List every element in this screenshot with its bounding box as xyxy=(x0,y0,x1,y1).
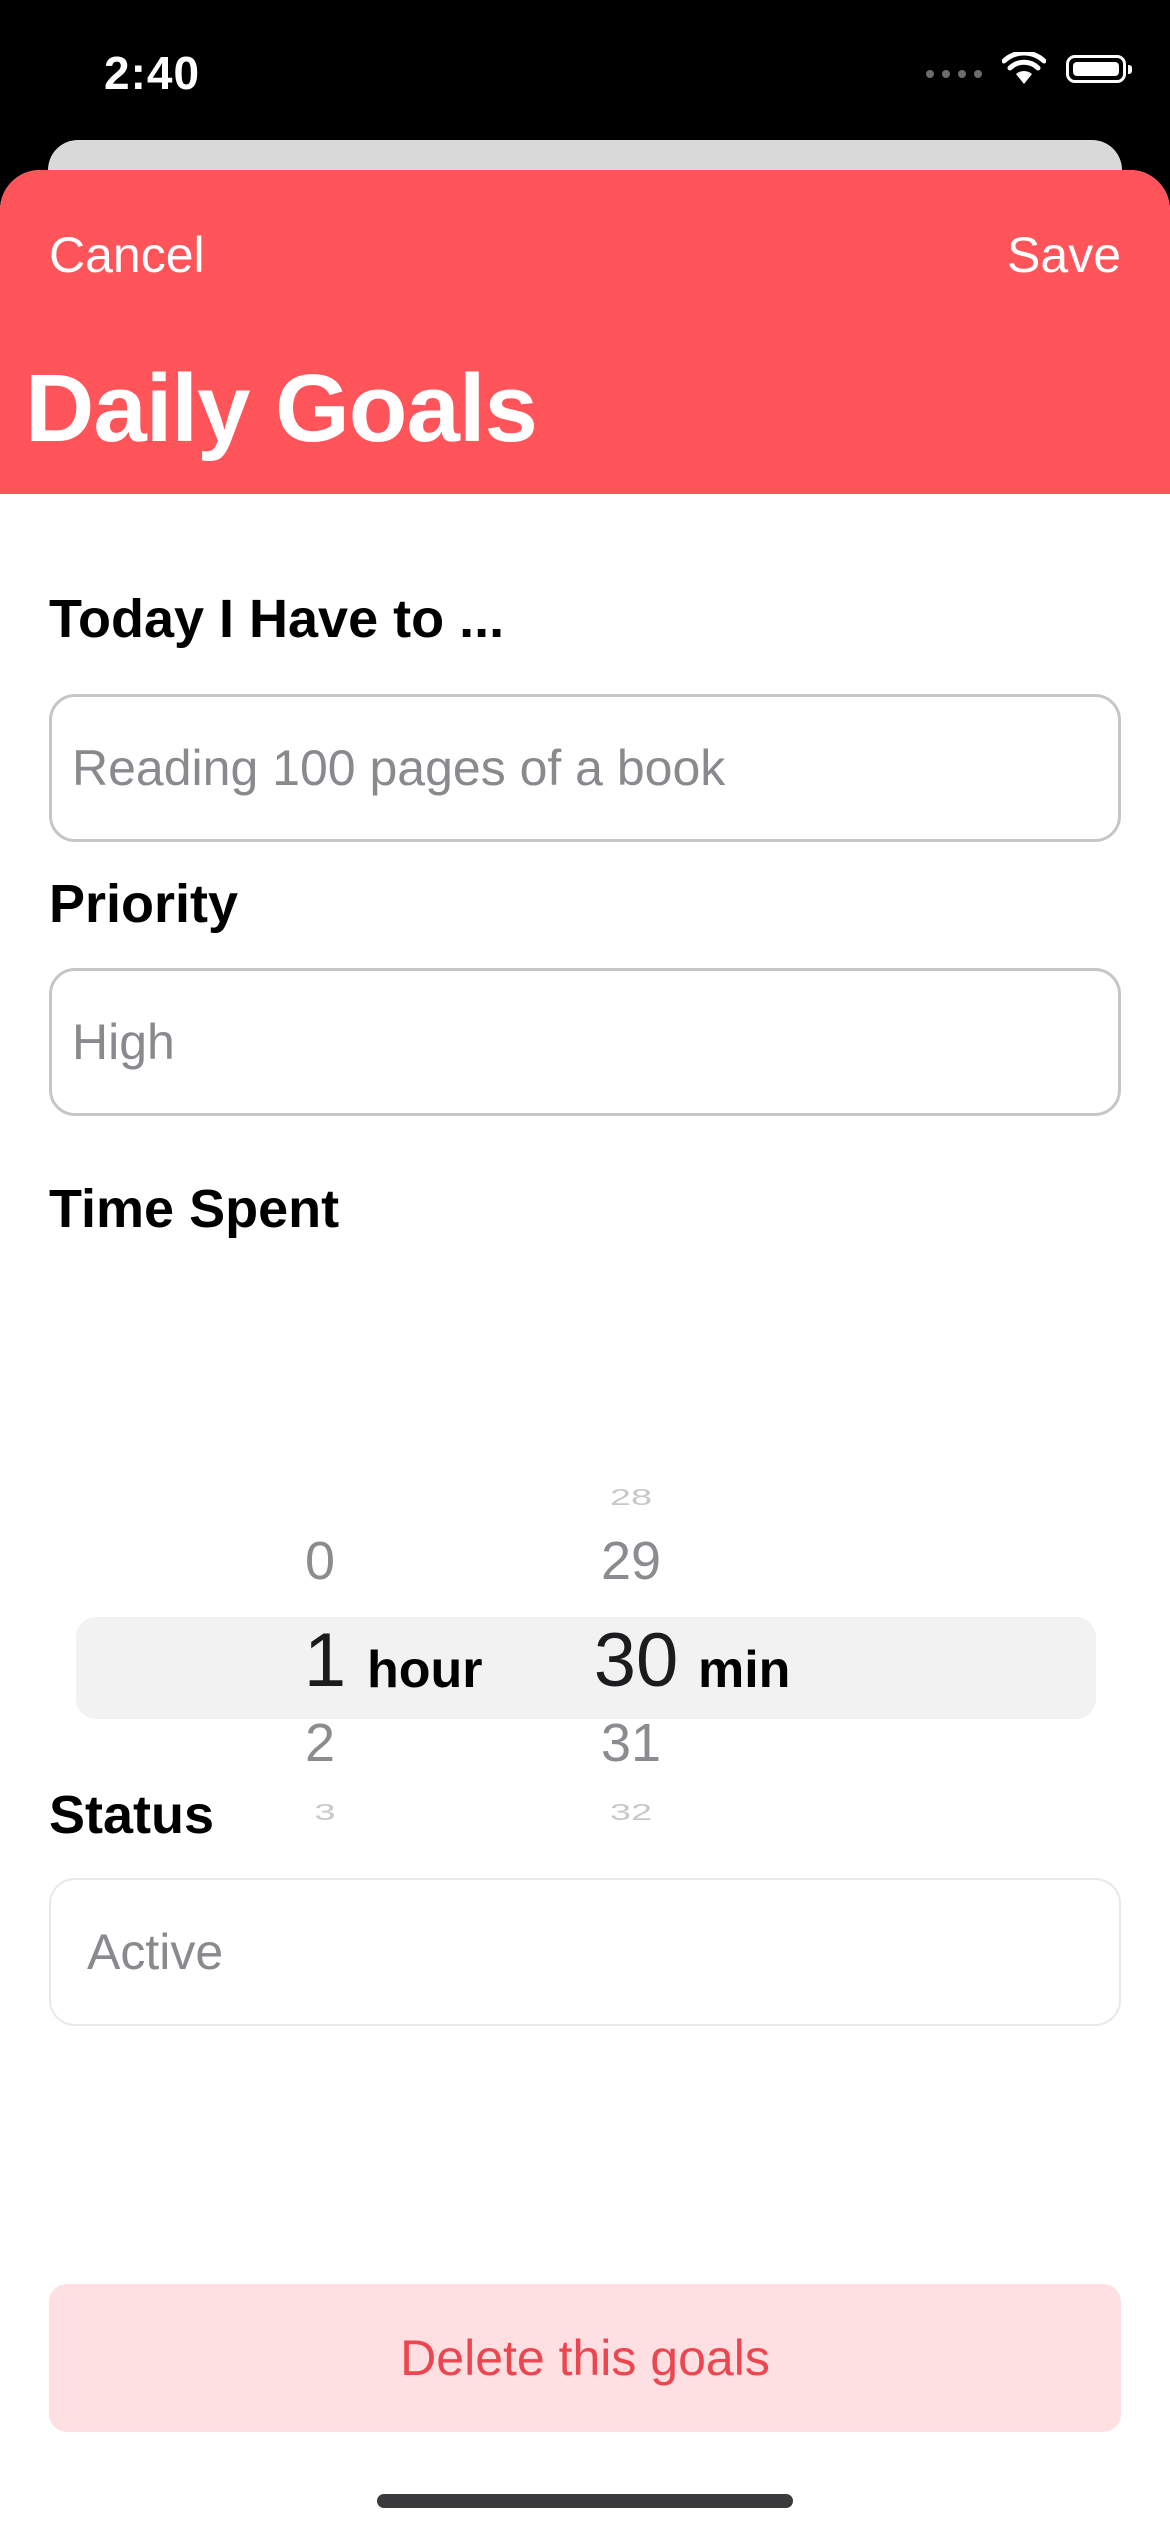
home-indicator[interactable] xyxy=(377,2494,793,2508)
priority-label: Priority xyxy=(49,874,239,934)
sheet-header: Cancel Save Daily Goals xyxy=(0,170,1170,494)
time-spent-label: Time Spent xyxy=(49,1179,340,1239)
minute-unit-label: min xyxy=(698,1641,791,1699)
hour-option[interactable]: 0 xyxy=(260,1530,380,1592)
task-label: Today I Have to ... xyxy=(49,589,505,649)
goal-sheet: Cancel Save Daily Goals Today I Have to … xyxy=(0,170,1170,2532)
minute-option[interactable]: 31 xyxy=(571,1712,691,1774)
cellular-signal-icon xyxy=(926,70,982,78)
minute-selected[interactable]: 30 xyxy=(576,1617,696,1704)
hour-option[interactable]: 3 xyxy=(265,1800,385,1826)
minute-option[interactable]: 32 xyxy=(571,1800,691,1826)
delete-goal-button[interactable]: Delete this goals xyxy=(49,2284,1121,2432)
hour-option[interactable]: 2 xyxy=(260,1712,380,1774)
battery-icon xyxy=(1066,55,1132,83)
save-button[interactable]: Save xyxy=(1007,226,1121,284)
time-picker[interactable]: 0 1 hour 2 3 28 29 30 min 31 32 xyxy=(0,1340,1170,1860)
status-bar: 2:40 xyxy=(0,0,1170,150)
hour-unit-label: hour xyxy=(367,1641,483,1699)
status-label: Status xyxy=(49,1785,215,1845)
task-input[interactable]: Reading 100 pages of a book xyxy=(49,694,1121,842)
status-time: 2:40 xyxy=(104,47,201,99)
status-icons xyxy=(926,52,1132,86)
cancel-button[interactable]: Cancel xyxy=(49,226,205,284)
minute-option[interactable]: 28 xyxy=(571,1485,691,1511)
priority-input[interactable]: High xyxy=(49,968,1121,1116)
minute-option[interactable]: 29 xyxy=(571,1530,691,1592)
page-title: Daily Goals xyxy=(25,355,538,462)
status-input[interactable]: Active xyxy=(49,1878,1121,2026)
wifi-icon xyxy=(1002,52,1046,84)
